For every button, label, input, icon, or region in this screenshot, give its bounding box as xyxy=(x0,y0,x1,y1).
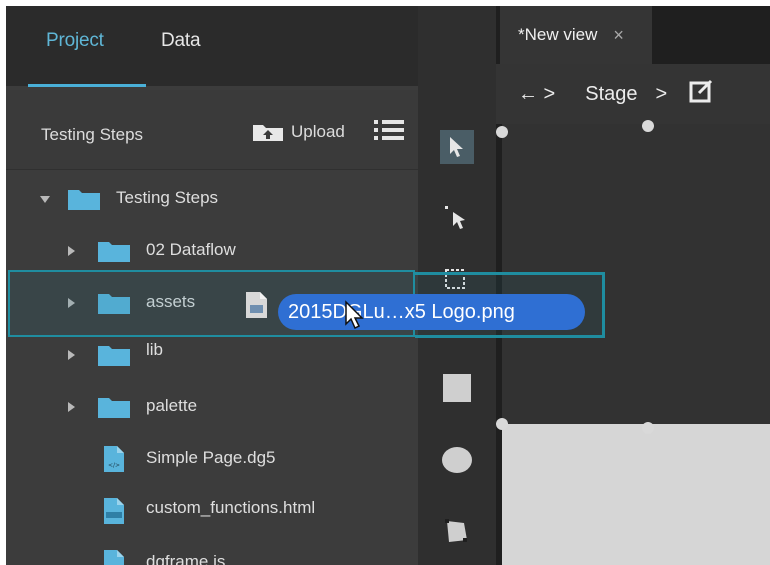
folder-icon xyxy=(98,396,130,423)
direct-select-tool[interactable] xyxy=(440,202,474,236)
stage-canvas[interactable] xyxy=(496,120,770,565)
upload-label: Upload xyxy=(291,122,345,141)
png-file-icon xyxy=(246,292,268,323)
expand-arrow-icon[interactable] xyxy=(40,196,50,203)
back-forward-nav[interactable]: ← > xyxy=(518,83,555,106)
tree-item-02-dataflow[interactable]: 02 Dataflow xyxy=(6,224,418,276)
panel-tab-bar: Project Data xyxy=(6,6,418,87)
polygon-tool-icon xyxy=(445,519,467,542)
panel-header: Testing Steps Upload xyxy=(6,90,418,170)
tree-item-label: Testing Steps xyxy=(116,188,219,207)
svg-text:</>: </> xyxy=(108,462,120,469)
direct-select-icon xyxy=(445,206,465,229)
folder-icon xyxy=(68,188,100,215)
resize-handle[interactable] xyxy=(642,422,654,434)
tab-project[interactable]: Project xyxy=(46,30,104,52)
view-toolbar: ← > Stage > xyxy=(496,64,770,124)
select-arrow-icon xyxy=(450,137,463,157)
ellipse-tool-icon xyxy=(442,447,472,473)
collapse-arrow-icon[interactable] xyxy=(68,402,75,412)
tab-data[interactable]: Data xyxy=(161,30,201,52)
tree-item-custom-functions[interactable]: custom_functions.html xyxy=(6,484,418,536)
active-tab-indicator xyxy=(28,84,146,87)
collapse-arrow-icon[interactable] xyxy=(68,246,75,256)
js-file-icon xyxy=(104,550,124,565)
rectangle-tool[interactable] xyxy=(440,371,474,405)
view-tab-title: *New view xyxy=(518,25,598,44)
stage-shape-rectangle[interactable] xyxy=(502,424,770,565)
tree-item-label: Simple Page.dg5 xyxy=(146,448,276,467)
dragged-file-pill[interactable]: 2015DGLu…x5 Logo.png xyxy=(278,294,585,330)
mouse-cursor-icon xyxy=(344,300,366,335)
stage-breadcrumb[interactable]: Stage xyxy=(585,83,637,106)
tree-item-label: lib xyxy=(146,340,164,359)
dragged-file-name: 2015DGLu…x5 Logo.png xyxy=(288,300,515,323)
upload-folder-icon xyxy=(252,122,284,142)
resize-handle[interactable] xyxy=(496,418,508,430)
select-tool[interactable] xyxy=(440,130,474,164)
project-title: Testing Steps xyxy=(41,125,144,144)
dg5-file-icon: </> xyxy=(104,446,124,477)
upload-button[interactable]: Upload xyxy=(252,120,345,144)
close-icon[interactable]: × xyxy=(613,25,624,46)
edit-icon[interactable] xyxy=(689,79,713,109)
collapse-arrow-icon[interactable] xyxy=(68,350,75,360)
html-file-icon xyxy=(104,498,124,529)
tree-item-label: 02 Dataflow xyxy=(146,240,236,259)
tree-item-label: custom_functions.html xyxy=(146,498,316,517)
tree-item-palette[interactable]: palette xyxy=(6,380,418,432)
resize-handle[interactable] xyxy=(642,120,654,132)
resize-handle[interactable] xyxy=(496,126,508,138)
ellipse-tool[interactable] xyxy=(440,443,474,477)
tree-item-testing-steps[interactable]: Testing Steps xyxy=(6,172,418,224)
breadcrumb-separator: > xyxy=(655,82,668,105)
polygon-tool[interactable] xyxy=(440,514,474,548)
tree-item-simple-page[interactable]: </> Simple Page.dg5 xyxy=(6,432,418,484)
rectangle-tool-icon xyxy=(443,374,471,402)
folder-icon xyxy=(98,240,130,267)
tree-item-dgframe[interactable]: dgframe.js xyxy=(6,536,418,565)
tree-item-label: palette xyxy=(146,396,198,415)
list-view-icon[interactable] xyxy=(374,118,404,147)
tree-item-label: dgframe.js xyxy=(146,552,226,565)
folder-icon xyxy=(98,344,130,371)
view-tab[interactable]: *New view × xyxy=(500,6,652,64)
